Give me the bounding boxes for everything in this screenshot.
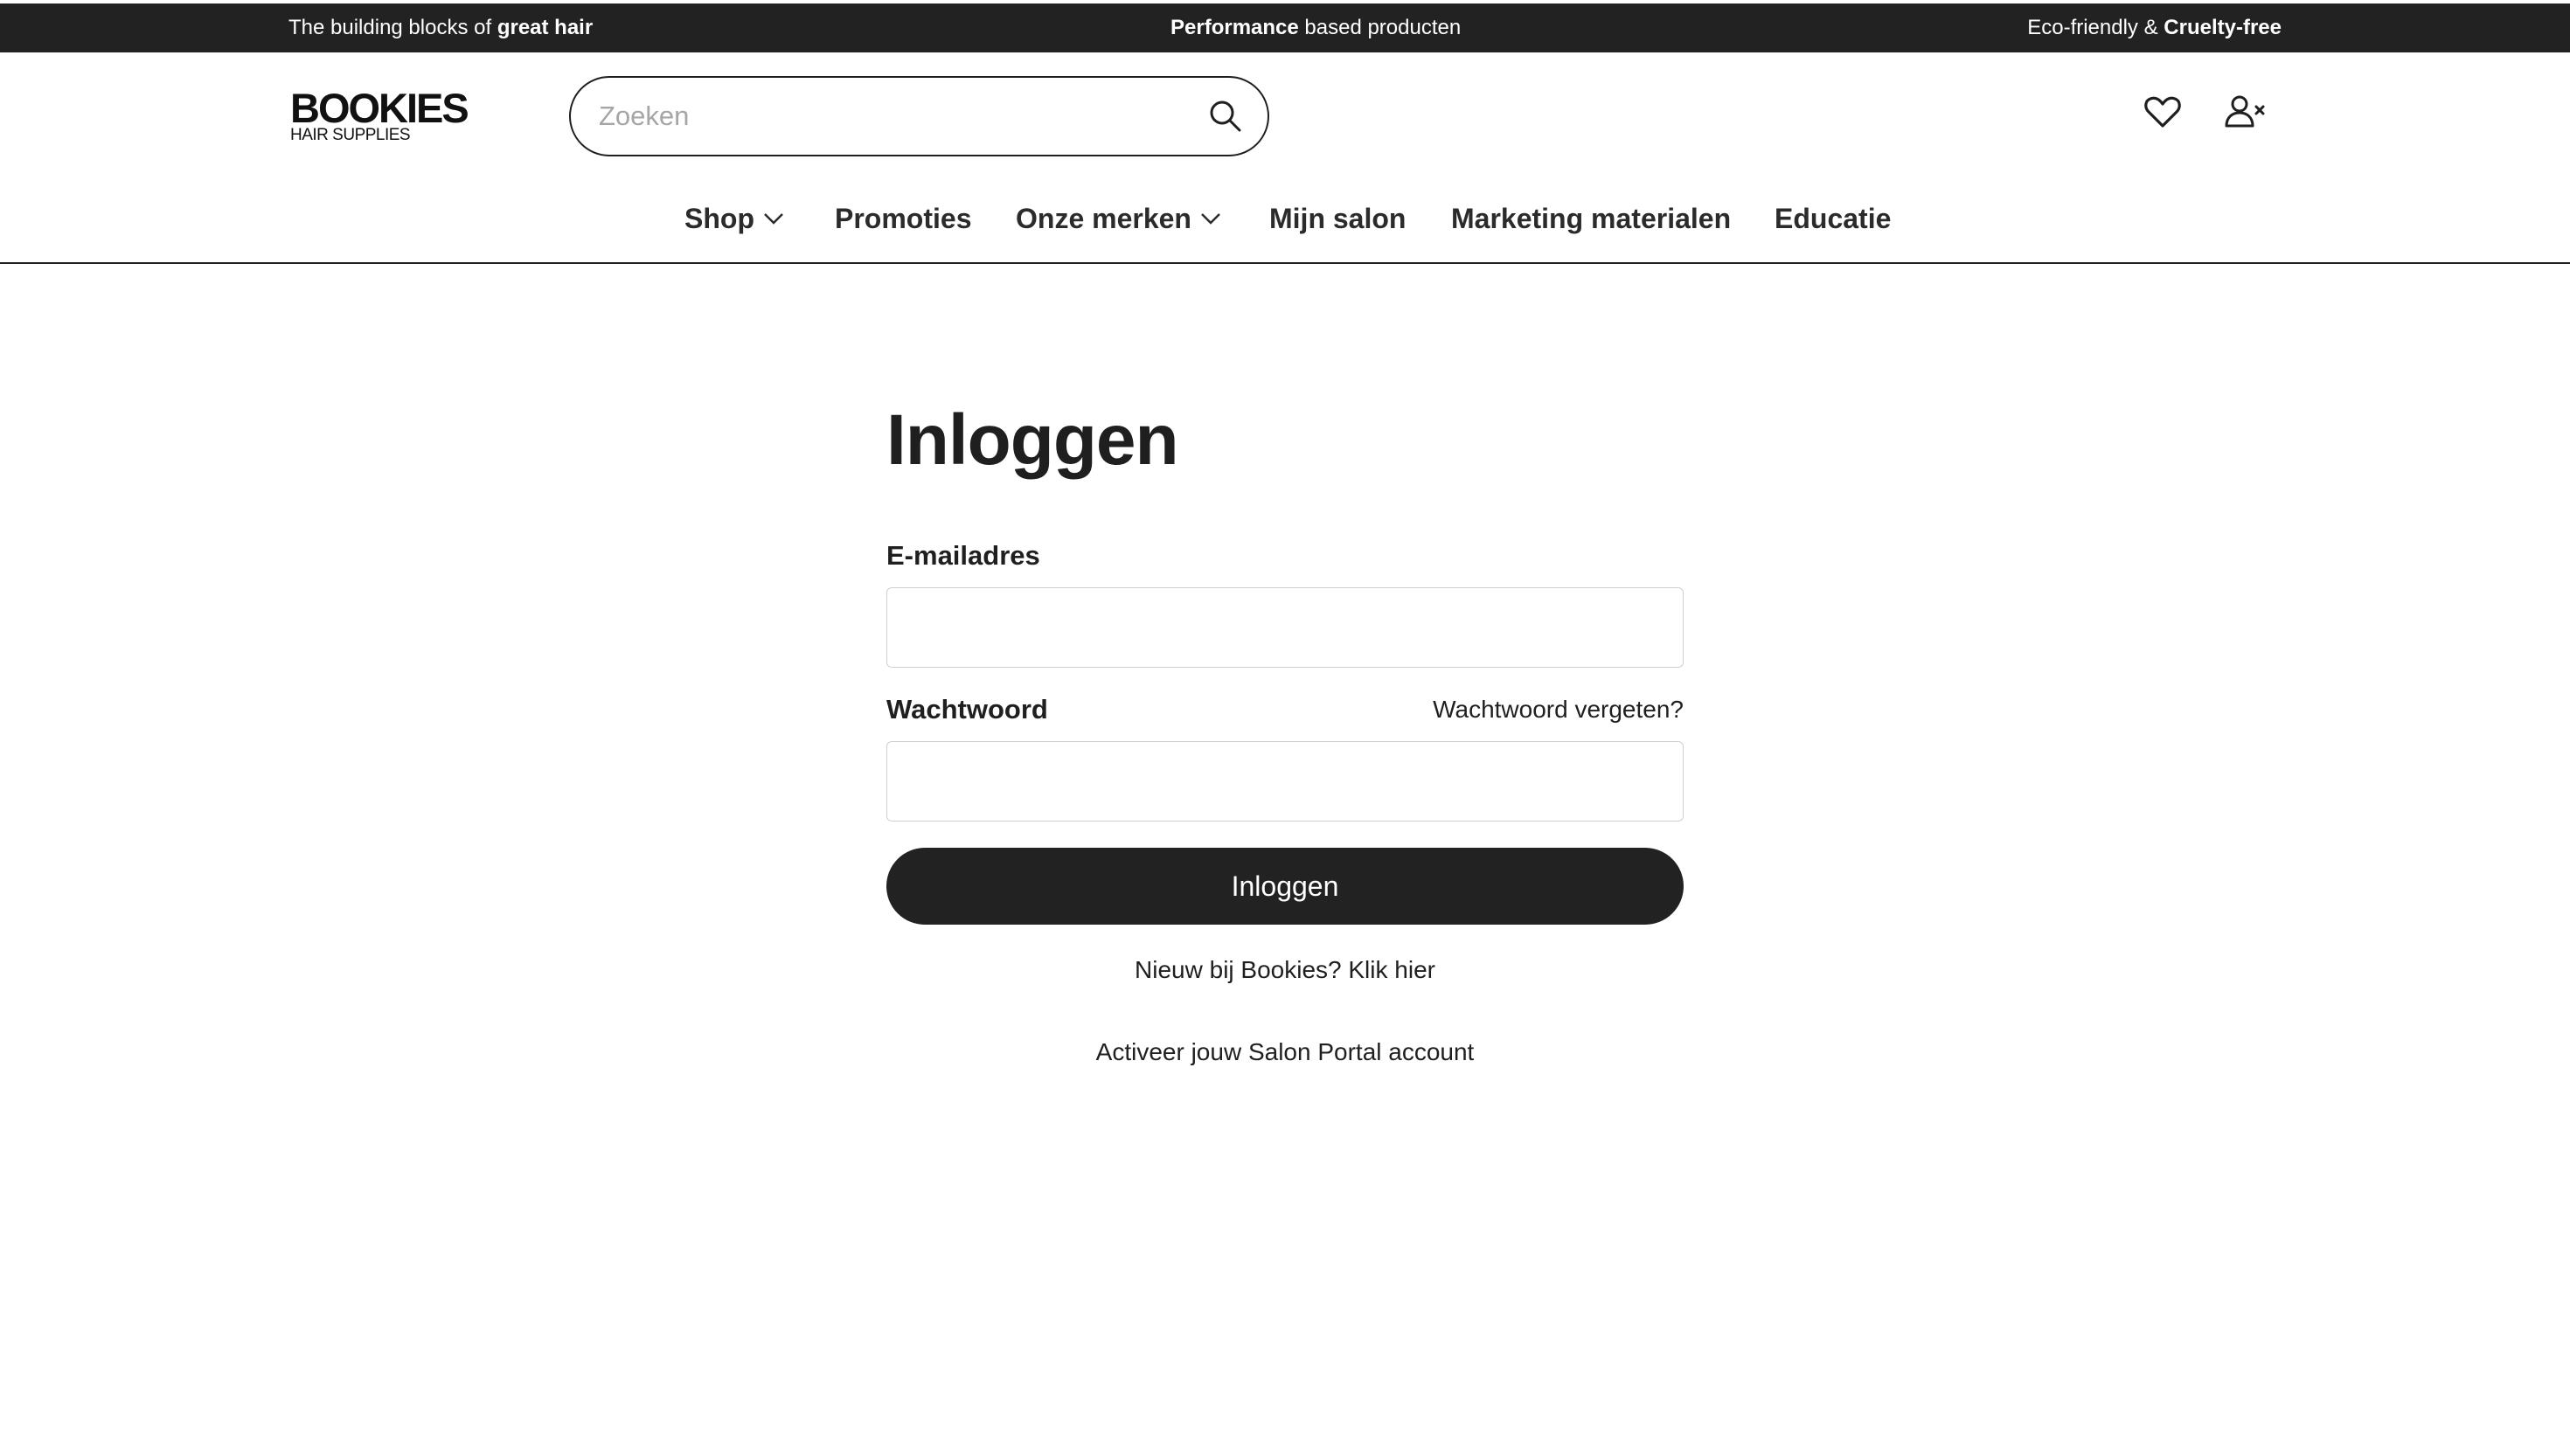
email-field[interactable] — [886, 587, 1684, 668]
activate-account-link[interactable]: Activeer jouw Salon Portal account — [886, 1035, 1684, 1070]
nav-item-label: Promoties — [835, 203, 972, 234]
nav-item-educatie[interactable]: Educatie — [1775, 184, 1891, 253]
heart-icon[interactable] — [2140, 89, 2185, 135]
logo-brand: BOOKIES — [290, 85, 469, 131]
search-bar — [569, 76, 1269, 156]
announcement-left-text: The building blocks of — [288, 16, 497, 39]
nav-item-label: Marketing materialen — [1451, 203, 1732, 234]
chevron-down-icon — [764, 212, 783, 225]
announcement-right: Eco-friendly & Cruelty-free — [2027, 3, 2282, 52]
nav-item-label: Shop — [684, 203, 754, 234]
site-logo[interactable]: BOOKIES HAIR SUPPLIES — [290, 85, 469, 145]
page-title: Inloggen — [886, 400, 1179, 480]
login-button[interactable]: Inloggen — [886, 848, 1684, 925]
nav-item-promoties[interactable]: Promoties — [835, 184, 971, 253]
search-icon[interactable] — [1206, 97, 1245, 135]
forgot-password-link[interactable]: Wachtwoord vergeten? — [1433, 692, 1684, 727]
search-input[interactable] — [597, 78, 1191, 155]
chevron-down-icon — [1201, 212, 1220, 225]
announcement-left: The building blocks of great hair — [288, 3, 593, 52]
nav-item-label: Mijn salon — [1269, 203, 1407, 234]
nav-item-shop[interactable]: Shop — [684, 184, 784, 253]
nav-item-label: Educatie — [1775, 203, 1892, 234]
site-header: BOOKIES HAIR SUPPLIES Shop Promoties Onz… — [0, 52, 2570, 264]
main-nav: Shop Promoties Onze merken Mijn salon Ma… — [0, 184, 2570, 253]
nav-item-label: Onze merken — [1016, 203, 1191, 234]
announcement-center-bold: Performance — [1170, 16, 1299, 39]
nav-item-onze-merken[interactable]: Onze merken — [1016, 184, 1221, 253]
user-x-icon[interactable] — [2222, 89, 2268, 135]
announcement-center: Performance based producten — [1170, 3, 1461, 52]
password-label: Wachtwoord — [886, 694, 1048, 725]
password-field[interactable] — [886, 741, 1684, 822]
announcement-bar: The building blocks of great hair Perfor… — [0, 3, 2570, 52]
announcement-right-text: Eco-friendly & — [2027, 16, 2164, 39]
announcement-left-bold: great hair — [497, 16, 594, 39]
announcement-right-bold: Cruelty-free — [2164, 16, 2282, 39]
nav-item-marketing-materialen[interactable]: Marketing materialen — [1451, 184, 1731, 253]
announcement-center-text: based producten — [1298, 16, 1462, 39]
email-label: E-mailadres — [886, 540, 1040, 571]
register-link[interactable]: Nieuw bij Bookies? Klik hier — [886, 953, 1684, 988]
nav-item-mijn-salon[interactable]: Mijn salon — [1269, 184, 1406, 253]
